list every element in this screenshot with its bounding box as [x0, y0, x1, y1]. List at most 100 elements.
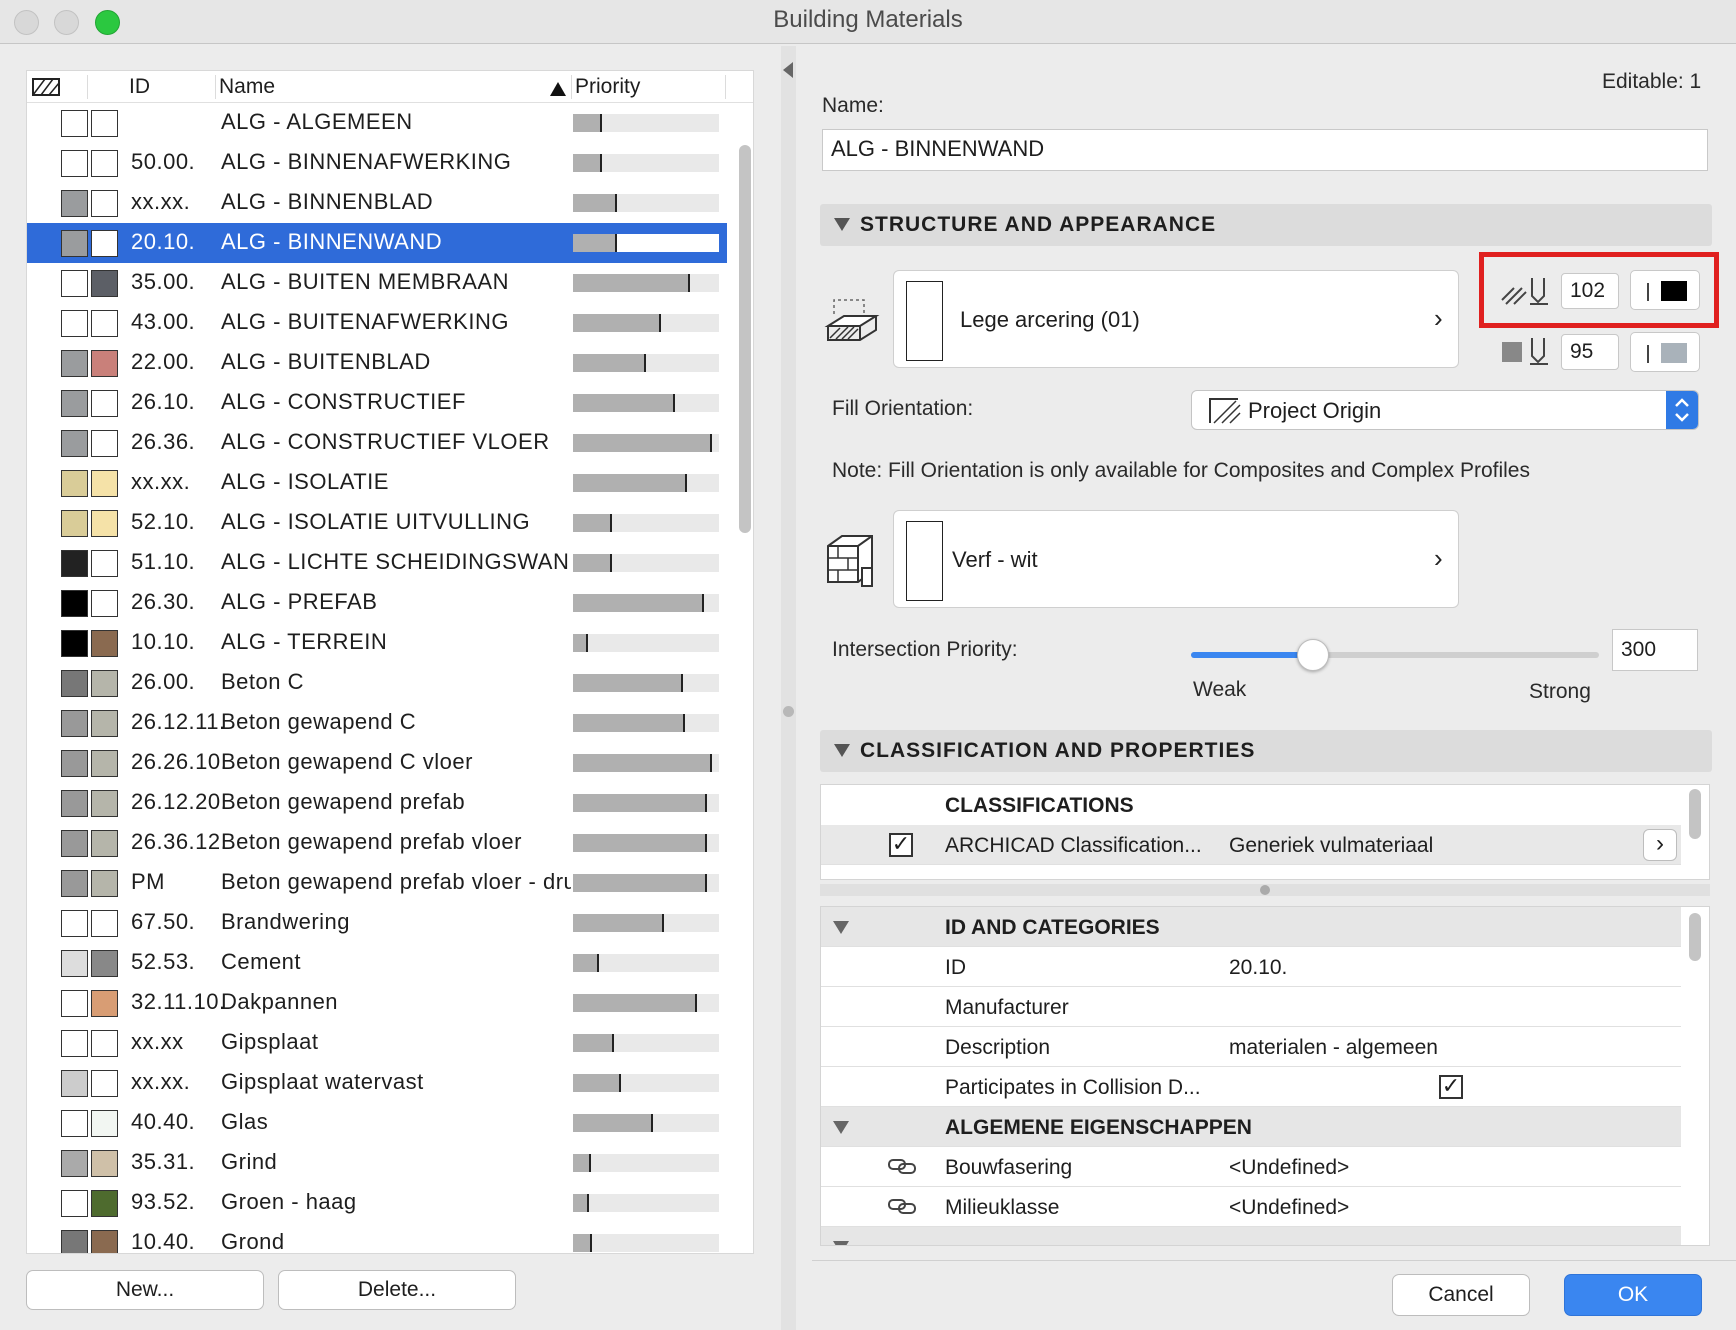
classification-row[interactable]: ✓ ARCHICAD Classification... Generiek vu… [821, 825, 1681, 865]
list-item[interactable]: 26.36. ALG - CONSTRUCTIEF VLOER [27, 423, 727, 463]
list-item[interactable]: 22.00. ALG - BUITENBLAD [27, 343, 727, 383]
fill-orientation-select[interactable]: Project Origin [1191, 390, 1699, 430]
list-rows: ALG - ALGEMEEN 50.00. ALG - BINNENAFWERKIN… [27, 103, 737, 1253]
list-item[interactable]: 26.12.20. Beton gewapend prefab [27, 783, 727, 823]
cut-fill-swatch [61, 1150, 88, 1177]
material-name: Beton gewapend prefab [221, 789, 466, 814]
collapse-arrow-icon[interactable] [781, 60, 795, 85]
list-item[interactable]: 50.00. ALG - BINNENAFWERKING [27, 143, 727, 183]
general-properties-group-row[interactable]: ALGEMENE EIGENSCHAPPEN [821, 1107, 1681, 1147]
disclosure-triangle-icon[interactable] [833, 1121, 849, 1134]
priority-bar [573, 434, 719, 452]
new-button[interactable]: New... [26, 1270, 264, 1310]
property-row-description[interactable]: Description materialen - algemeen [821, 1027, 1681, 1067]
slider-knob[interactable] [1297, 639, 1329, 671]
priority-column-header[interactable]: Priority [575, 73, 640, 101]
list-item[interactable]: PM Beton gewapend prefab vloer - druklaag [27, 863, 727, 903]
material-name: Beton gewapend prefab vloer [221, 829, 522, 854]
property-row-collision[interactable]: Participates in Collision D... ✓ [821, 1067, 1681, 1107]
material-name: Dakpannen [221, 989, 339, 1014]
list-item[interactable]: 51.10. ALG - LICHTE SCHEIDINGSWAND [27, 543, 727, 583]
list-scrollbar-thumb[interactable] [739, 145, 751, 533]
list-item[interactable]: xx.xx. ALG - BINNENBLAD [27, 183, 727, 223]
surface-color-swatch [91, 350, 118, 377]
priority-bar [573, 994, 719, 1012]
list-item[interactable]: 26.36.12. Beton gewapend prefab vloer [27, 823, 727, 863]
classification-section-header[interactable]: CLASSIFICATION AND PROPERTIES [820, 730, 1712, 772]
list-item[interactable]: 35.31. Grind [27, 1143, 727, 1183]
cut-fill-card[interactable]: Lege arcering (01) › [893, 270, 1459, 368]
chevron-right-icon[interactable]: › [1434, 543, 1443, 574]
cancel-button[interactable]: Cancel [1392, 1274, 1530, 1316]
disclosure-triangle-icon[interactable] [833, 1241, 849, 1245]
list-item[interactable]: xx.xx. Gipsplaat watervast [27, 1063, 727, 1103]
cut-fill-pen-number[interactable]: 102 [1561, 273, 1619, 309]
properties-table: ID AND CATEGORIES ID 20.10. Manufacturer… [820, 906, 1710, 1246]
pane-splitter[interactable] [781, 46, 796, 1330]
list-item[interactable]: 26.00. Beton C [27, 663, 727, 703]
material-id: 26.30. [131, 589, 196, 614]
list-item[interactable]: 10.10. ALG - TERREIN [27, 623, 727, 663]
name-column-header[interactable]: Name [219, 73, 275, 101]
fill-orientation-note: Note: Fill Orientation is only available… [832, 459, 1530, 482]
list-item[interactable]: 52.10. ALG - ISOLATIE UITVULLING [27, 503, 727, 543]
list-item[interactable]: 35.00. ALG - BUITEN MEMBRAAN [27, 263, 727, 303]
list-item[interactable]: 26.10. ALG - CONSTRUCTIEF [27, 383, 727, 423]
property-row-bouwfasering[interactable]: Bouwfasering <Undefined> [821, 1147, 1681, 1187]
priority-bar [573, 1074, 719, 1092]
list-item[interactable]: ALG - ALGEMEEN [27, 103, 727, 143]
cut-fill-name: Lege arcering (01) [960, 307, 1140, 332]
materials-list[interactable]: ID Name Priority ALG - ALGEMEEN 50.00. ALG… [26, 70, 754, 1254]
list-item[interactable]: xx.xx. ALG - ISOLATIE [27, 463, 727, 503]
classification-chevron-button[interactable]: › [1643, 829, 1677, 861]
surface-icon [824, 532, 880, 597]
list-item[interactable]: 40.40. Glas [27, 1103, 727, 1143]
delete-button[interactable]: Delete... [278, 1270, 516, 1310]
property-row-manufacturer[interactable]: Manufacturer [821, 987, 1681, 1027]
priority-bar-fill [573, 1154, 591, 1172]
id-column-header[interactable]: ID [129, 73, 150, 101]
property-row-id[interactable]: ID 20.10. [821, 947, 1681, 987]
list-item[interactable]: 52.53. Cement [27, 943, 727, 983]
list-item[interactable]: 43.00. ALG - BUITENAFWERKING [27, 303, 727, 343]
list-item[interactable]: 20.10. ALG - BINNENWAND [27, 223, 727, 263]
priority-bar-fill [573, 634, 588, 652]
classifications-scrollbar-thumb[interactable] [1689, 789, 1701, 839]
select-stepper[interactable] [1666, 391, 1698, 429]
background-pen-number[interactable]: 95 [1561, 334, 1619, 370]
material-id: 32.11.10. [131, 989, 226, 1014]
list-item[interactable]: 26.26.10. Beton gewapend C vloer [27, 743, 727, 783]
id-categories-group-row[interactable]: ID AND CATEGORIES [821, 907, 1681, 947]
name-field[interactable]: ALG - BINNENWAND [822, 129, 1708, 171]
disclosure-triangle-icon[interactable] [834, 218, 850, 231]
surface-card[interactable]: Verf - wit › [893, 510, 1459, 608]
properties-scrollbar-thumb[interactable] [1689, 913, 1701, 961]
list-item[interactable]: 93.52. Groen - haag [27, 1183, 727, 1223]
list-item[interactable]: xx.xx Gipsplaat [27, 1023, 727, 1063]
property-row-milieuklasse[interactable]: Milieuklasse <Undefined> [821, 1187, 1681, 1227]
background-pen-color-button[interactable] [1630, 332, 1700, 372]
intersection-slider[interactable] [1191, 639, 1599, 671]
list-scrollbar[interactable] [737, 109, 751, 1249]
list-item[interactable]: 67.50. Brandwering [27, 903, 727, 943]
ok-button[interactable]: OK [1564, 1274, 1702, 1316]
more-group-row[interactable] [821, 1227, 1681, 1245]
disclosure-triangle-icon[interactable] [833, 921, 849, 934]
list-item[interactable]: 10.40. Grond [27, 1223, 727, 1253]
intersection-priority-field[interactable]: 300 [1612, 629, 1698, 671]
cut-fill-pen-color-button[interactable] [1630, 270, 1700, 310]
collision-checkbox[interactable]: ✓ [1439, 1075, 1463, 1099]
chevron-right-icon[interactable]: › [1434, 303, 1443, 334]
splitter-handle[interactable] [783, 706, 794, 717]
surface-color-swatch [91, 550, 118, 577]
disclosure-triangle-icon[interactable] [834, 744, 850, 757]
material-swatch-column-icon[interactable] [31, 75, 61, 105]
structure-section-header[interactable]: STRUCTURE AND APPEARANCE [820, 204, 1712, 246]
surface-color-swatch [91, 430, 118, 457]
list-item[interactable]: 26.12.11. Beton gewapend C [27, 703, 727, 743]
list-item[interactable]: 32.11.10. Dakpannen [27, 983, 727, 1023]
table-splitter[interactable] [820, 884, 1710, 896]
list-item[interactable]: 26.30. ALG - PREFAB [27, 583, 727, 623]
priority-bar-fill [573, 554, 612, 572]
classification-checkbox[interactable]: ✓ [889, 833, 913, 857]
